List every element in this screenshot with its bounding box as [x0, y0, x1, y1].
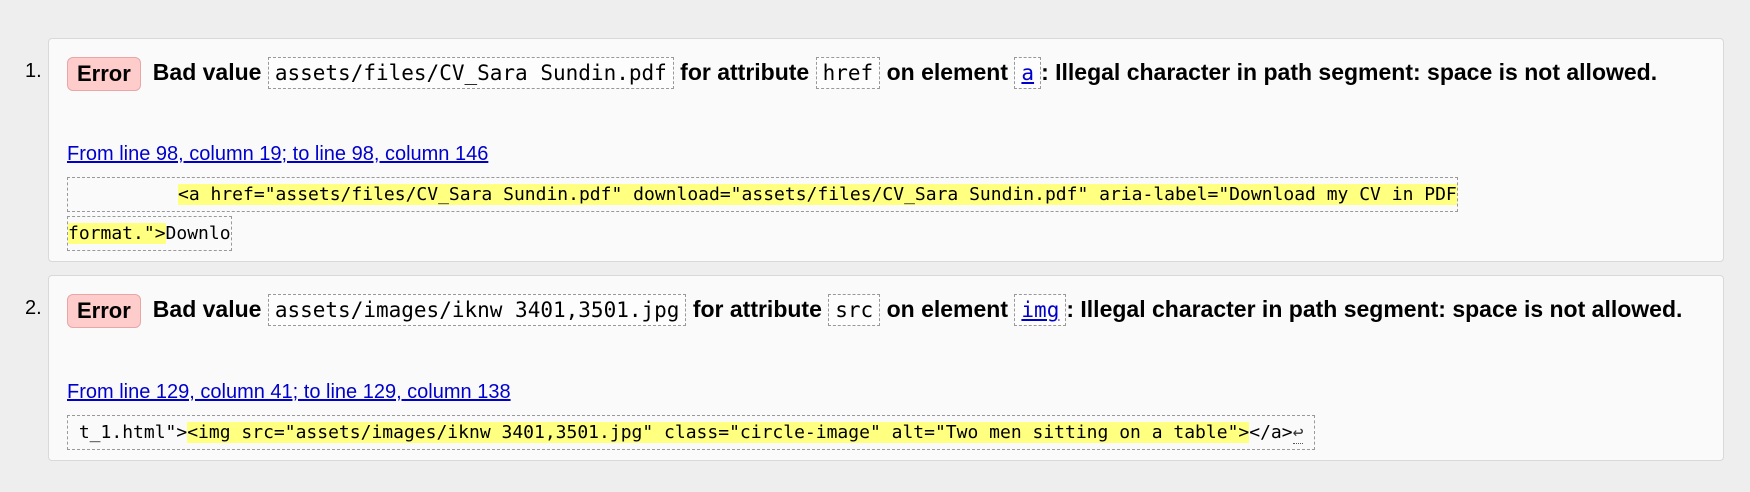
bad-value-code: assets/images/iknw 3401,3501.jpg [267, 294, 687, 327]
on-element-text: on element [886, 296, 1009, 322]
extract-highlight: <a href="assets/files/CV_Sara Sundin.pdf… [68, 184, 1457, 244]
source-extract: t_1.html"><img src="assets/images/iknw 3… [67, 413, 1316, 452]
for-attribute-text: for attribute [680, 59, 810, 85]
attribute-code: href [815, 57, 881, 90]
error-reason-text: : Illegal character in path segment: spa… [1041, 59, 1658, 85]
extract-after: </a> [1249, 422, 1293, 443]
element-spec-link[interactable]: a [1021, 61, 1034, 85]
source-location-link[interactable]: From line 129, column 41; to line 129, c… [67, 381, 511, 404]
error-badge: Error [67, 56, 141, 91]
error-message-2: 2. Error Bad value assets/images/iknw 340… [25, 275, 1724, 461]
error-badge: Error [67, 293, 141, 328]
error-message-1: 1. Error Bad value assets/files/CV_Sara S… [25, 38, 1724, 262]
source-location-link[interactable]: From line 98, column 19; to line 98, col… [67, 143, 488, 166]
error-headline: Error Bad value assets/files/CV_Sara Sund… [67, 51, 1707, 95]
line-break-return-icon: ↩ [1292, 422, 1304, 444]
extract-box: <a href="assets/files/CV_Sara Sundin.pdf… [67, 177, 1458, 251]
extract-highlight: <img src="assets/images/iknw 3401,3501.j… [187, 422, 1250, 443]
extract-after: Downlo [165, 223, 231, 244]
element-code: img [1014, 294, 1067, 327]
on-element-text: on element [886, 59, 1009, 85]
message-number: 1. [25, 60, 42, 82]
source-extract: <a href="assets/files/CV_Sara Sundin.pdf… [67, 175, 1617, 253]
bad-value-text: Bad value [152, 59, 262, 85]
extract-before: t_1.html"> [78, 422, 188, 443]
element-code: a [1014, 57, 1042, 90]
extract-box: t_1.html"><img src="assets/images/iknw 3… [67, 415, 1316, 450]
attribute-code: src [828, 294, 881, 327]
bad-value-code: assets/files/CV_Sara Sundin.pdf [267, 57, 674, 90]
bad-value-text: Bad value [152, 296, 262, 322]
error-headline: Error Bad value assets/images/iknw 3401,3… [67, 288, 1707, 332]
error-reason-text: : Illegal character in path segment: spa… [1066, 296, 1683, 322]
for-attribute-text: for attribute [692, 296, 822, 322]
element-spec-link[interactable]: img [1021, 298, 1059, 322]
message-number: 2. [25, 297, 42, 319]
